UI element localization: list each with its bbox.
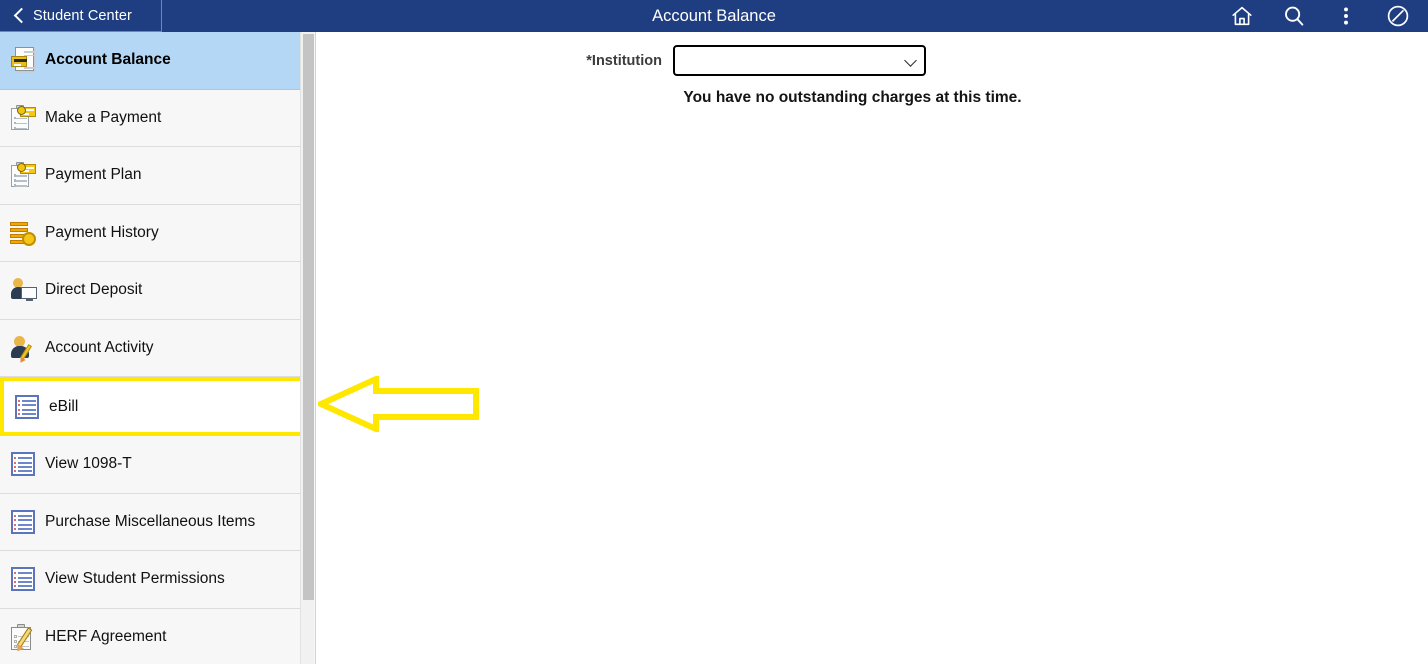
sidebar-scrollbar-track[interactable] [300, 32, 314, 664]
sidebar-item-account-balance[interactable]: Account Balance [0, 32, 304, 90]
search-icon[interactable] [1282, 4, 1306, 28]
institution-select-wrapper [673, 45, 926, 76]
sidebar-item-label: HERF Agreement [45, 627, 167, 645]
list-lines-icon [8, 507, 38, 537]
sidebar: Account Balance Make a Payment Payment P… [0, 32, 316, 664]
person-pencil-icon [8, 333, 38, 363]
sidebar-item-label: eBill [49, 397, 79, 415]
document-card-icon [8, 45, 38, 75]
account-balance-page: Student Center Account Balance Account B… [0, 0, 1428, 664]
sidebar-item-direct-deposit[interactable]: Direct Deposit [0, 262, 304, 320]
clipboard-pencil-icon [8, 622, 38, 652]
sidebar-item-label: Account Balance [45, 51, 171, 69]
chevron-left-icon [14, 8, 24, 24]
home-icon[interactable] [1230, 4, 1254, 28]
back-button-label: Student Center [33, 7, 132, 24]
sidebar-item-label: Payment History [45, 223, 159, 241]
sidebar-item-label: View Student Permissions [45, 570, 225, 588]
sidebar-item-herf-agreement[interactable]: HERF Agreement [0, 608, 304, 664]
sidebar-item-label: Payment Plan [45, 166, 142, 184]
sidebar-item-label: Account Activity [45, 338, 154, 356]
more-vertical-icon[interactable] [1334, 4, 1358, 28]
sidebar-nav-list: Account Balance Make a Payment Payment P… [0, 32, 304, 664]
page-title: Account Balance [652, 7, 776, 25]
sidebar-item-label: Purchase Miscellaneous Items [45, 512, 256, 530]
back-to-student-center-button[interactable]: Student Center [0, 0, 162, 32]
person-monitor-icon [8, 275, 38, 305]
no-entry-icon[interactable] [1386, 4, 1410, 28]
sidebar-item-purchase-miscellaneous-items[interactable]: Purchase Miscellaneous Items [0, 493, 304, 551]
sidebar-item-make-a-payment[interactable]: Make a Payment [0, 89, 304, 147]
app-header: Student Center Account Balance [0, 0, 1428, 32]
sidebar-item-account-activity[interactable]: Account Activity [0, 319, 304, 377]
no-charges-message: You have no outstanding charges at this … [683, 89, 1022, 106]
sidebar-item-ebill[interactable]: eBill [0, 377, 304, 436]
list-lines-icon [12, 392, 42, 422]
list-lines-icon [8, 564, 38, 594]
clipboard-payment-icon [8, 160, 38, 190]
sidebar-scrollbar-thumb[interactable] [303, 34, 314, 600]
institution-label: *Institution [586, 53, 662, 69]
sidebar-item-payment-plan[interactable]: Payment Plan [0, 147, 304, 205]
sidebar-item-label: Direct Deposit [45, 281, 143, 299]
header-icon-group [1230, 0, 1410, 32]
coins-history-icon [8, 218, 38, 248]
institution-field-row: *Institution [317, 45, 1428, 77]
list-lines-icon [8, 449, 38, 479]
clipboard-payment-icon [8, 103, 38, 133]
sidebar-item-label: Make a Payment [45, 108, 162, 126]
sidebar-item-view-1098-t[interactable]: View 1098-T [0, 436, 304, 494]
institution-select[interactable] [673, 45, 926, 76]
sidebar-item-label: View 1098-T [45, 455, 132, 473]
sidebar-item-payment-history[interactable]: Payment History [0, 204, 304, 262]
main-content: *Institution You have no outstanding cha… [317, 32, 1428, 664]
sidebar-item-view-student-permissions[interactable]: View Student Permissions [0, 551, 304, 609]
